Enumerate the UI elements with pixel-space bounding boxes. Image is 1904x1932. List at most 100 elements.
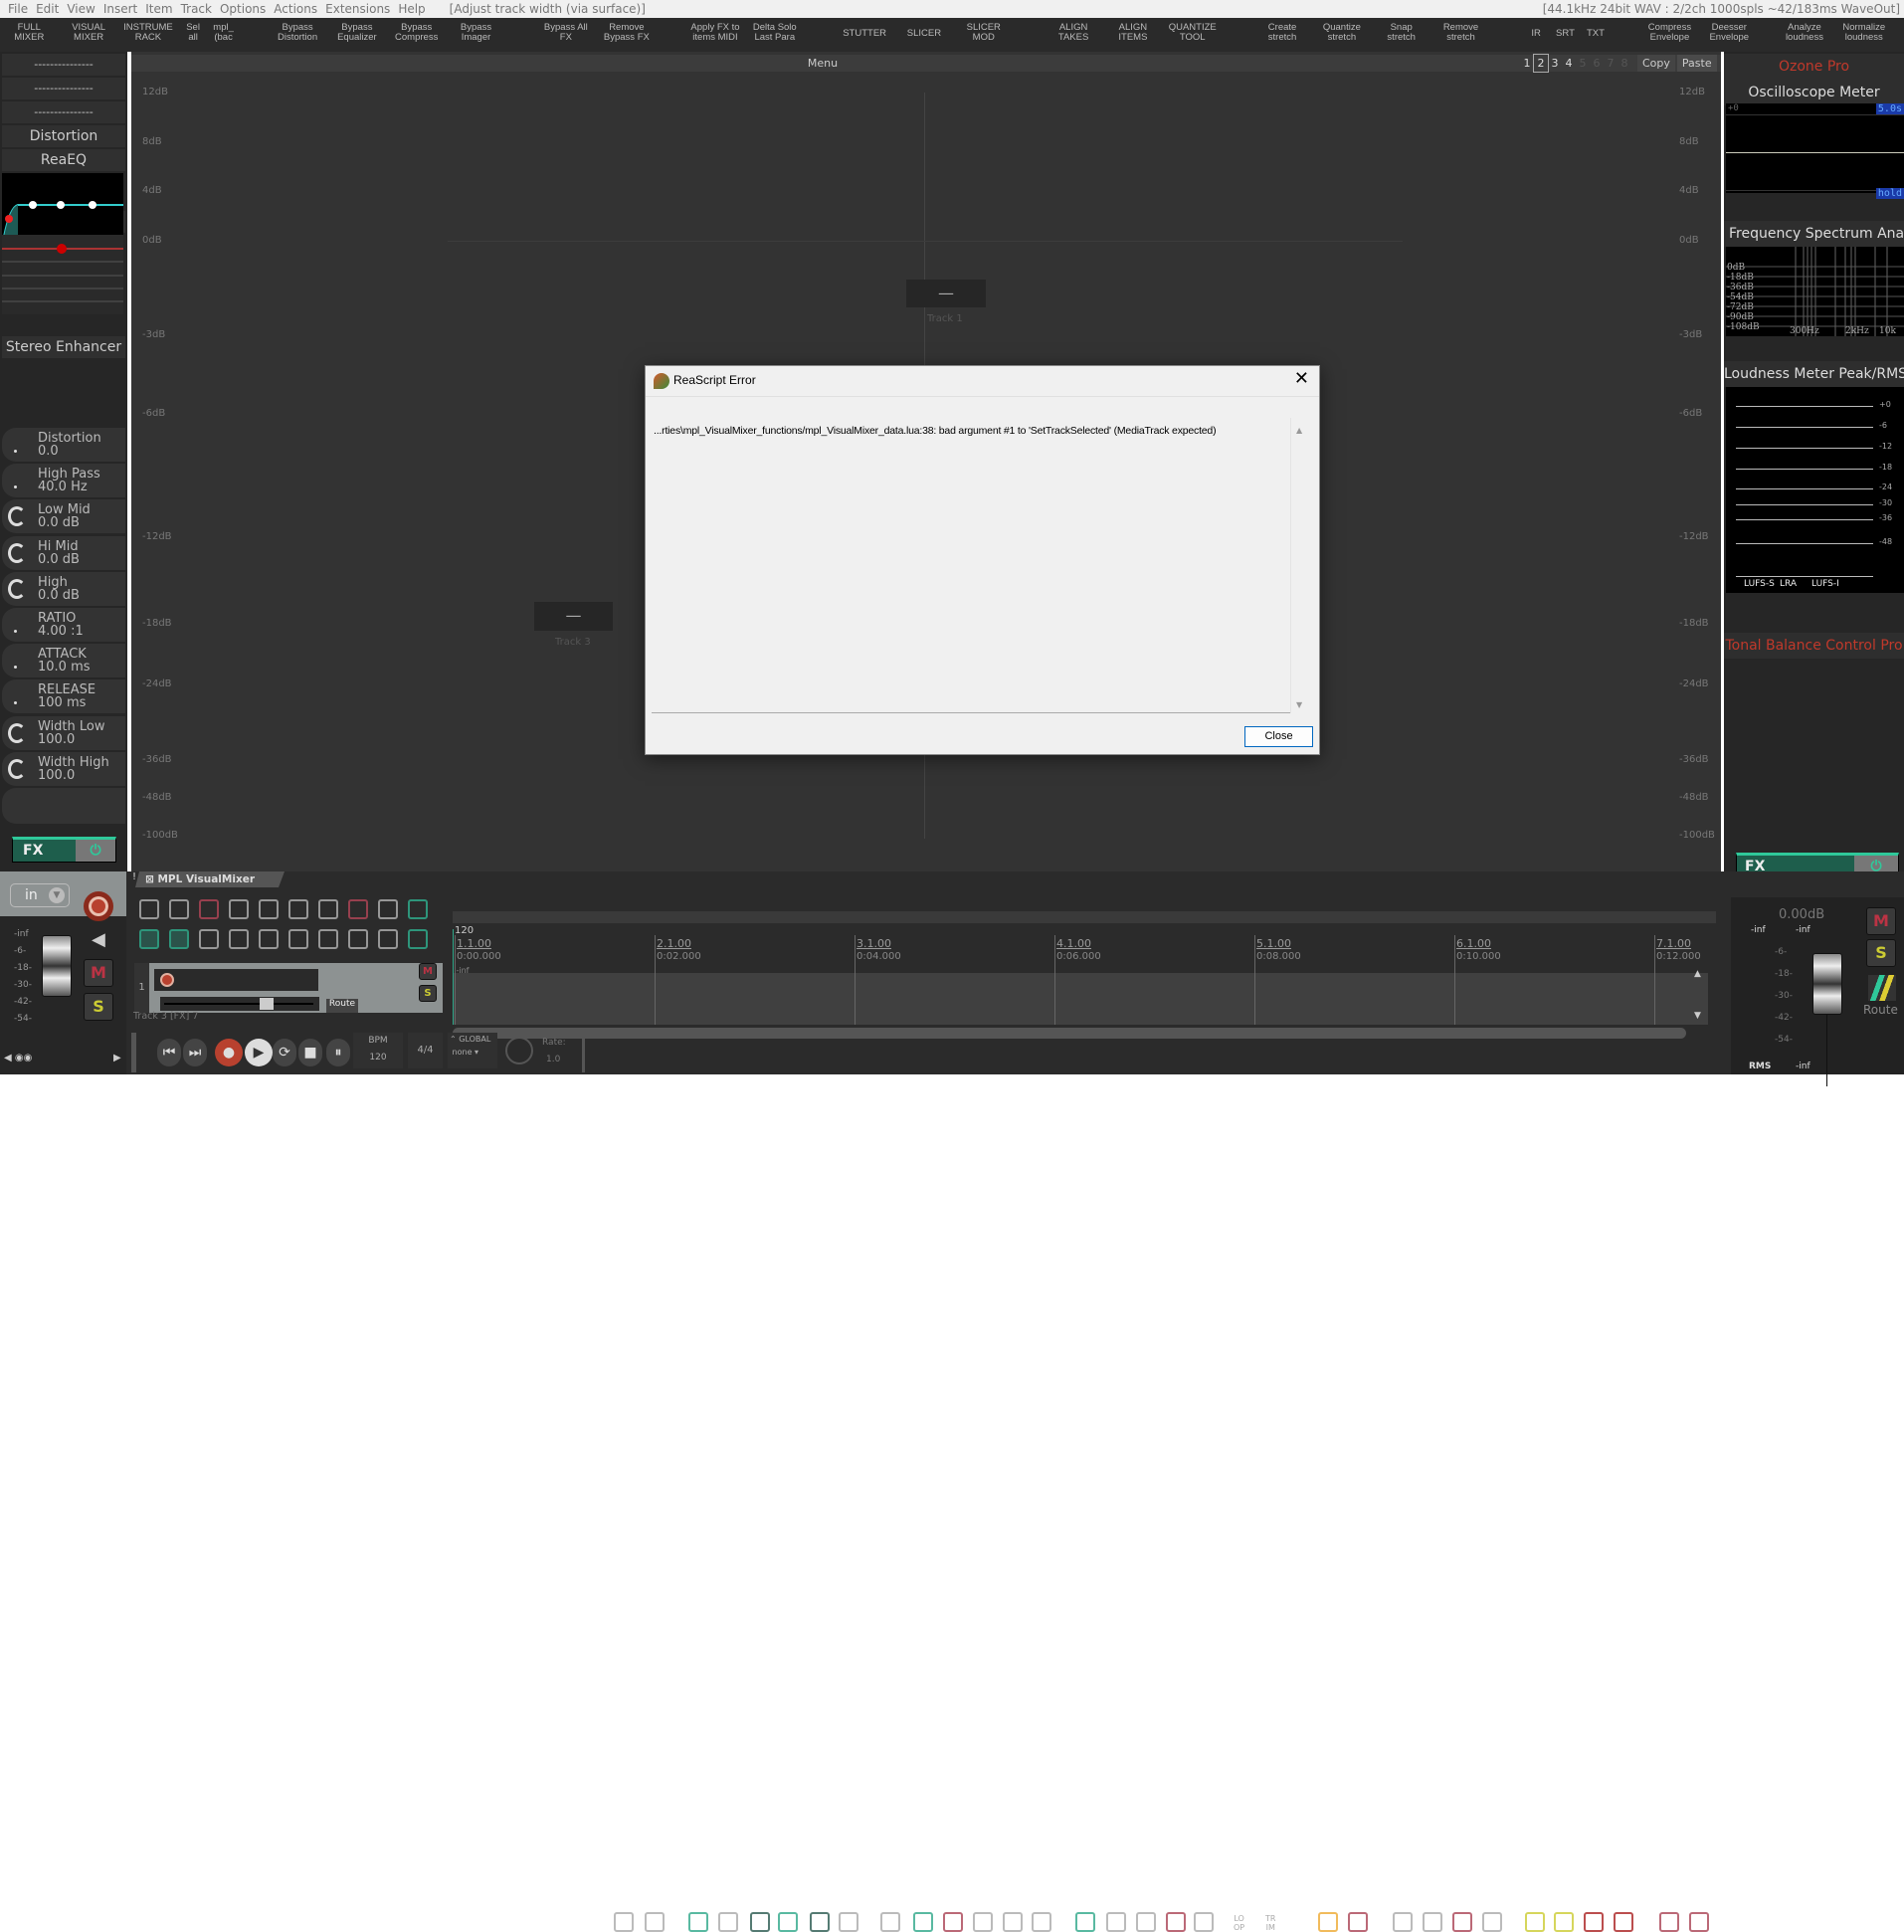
toolbar-button-bypass-distortion[interactable]: Bypass Distortion	[278, 23, 317, 43]
routing-icon[interactable]	[1868, 975, 1896, 1001]
folder-export-icon[interactable]	[169, 899, 189, 919]
play-button[interactable]: ▶	[245, 1039, 273, 1066]
action-icon-12[interactable]	[973, 1912, 993, 1932]
window-icon[interactable]	[259, 929, 279, 949]
toolbar-button-full-mixer[interactable]: FULL MIXER	[14, 23, 44, 43]
mixer-menu-button[interactable]: Menu	[131, 55, 1514, 72]
scroll-down-icon[interactable]: ▼	[1296, 700, 1302, 709]
menu-actions[interactable]: Actions	[274, 2, 317, 16]
menu-insert[interactable]: Insert	[103, 2, 137, 16]
toolbar-button-align-takes[interactable]: ALIGN TAKES	[1058, 23, 1088, 43]
action-icon-11[interactable]	[943, 1912, 963, 1932]
trim-toggle[interactable]: TR IM	[1265, 1914, 1275, 1932]
toolbar-button-txt[interactable]: TXT	[1587, 29, 1605, 39]
action-icon-20[interactable]	[1318, 1912, 1338, 1932]
edit-list-icon[interactable]	[378, 929, 398, 949]
import-icon[interactable]	[139, 899, 159, 919]
action-icon-22[interactable]	[1393, 1912, 1413, 1932]
folder-delete-icon[interactable]	[199, 899, 219, 919]
action-icon-19[interactable]	[1194, 1912, 1214, 1932]
mute-button[interactable]: M	[84, 959, 113, 987]
toolbar-button-mpl_-bac[interactable]: mpl_ (bac	[213, 23, 234, 43]
master-volume-fader[interactable]	[1812, 953, 1842, 1015]
close-button[interactable]: Close	[1244, 726, 1313, 747]
knob-release[interactable]: RELEASE 100 ms	[2, 679, 125, 714]
power-icon[interactable]: ⏻	[76, 840, 115, 862]
empty-knob[interactable]	[2, 788, 125, 824]
toolbar-button-deesser-envelope[interactable]: Deesser Envelope	[1709, 23, 1749, 43]
fx-slot[interactable]: Stereo Enhancer	[2, 336, 125, 358]
solo-button[interactable]: S	[84, 993, 113, 1021]
loudness-title[interactable]: Loudness Meter Peak/RMS	[1724, 361, 1904, 387]
action-icon-28[interactable]	[1584, 1912, 1604, 1932]
page-4[interactable]: 4	[1562, 55, 1576, 72]
audio-status[interactable]: [44.1kHz 24bit WAV : 2/2ch 1000spls ~42/…	[1543, 2, 1900, 16]
action-icon-27[interactable]	[1554, 1912, 1574, 1932]
track-solo-button[interactable]: S	[419, 985, 437, 1002]
toolbar-button-apply-fx-to-items-midi[interactable]: Apply FX to items MIDI	[690, 23, 739, 43]
oscilloscope-title[interactable]: Oscilloscope Meter	[1724, 80, 1904, 105]
toolbar-button-create-stretch[interactable]: Create stretch	[1268, 23, 1297, 43]
action-icon-26[interactable]	[1525, 1912, 1545, 1932]
knob-hi-mid[interactable]: Hi Mid 0.0 dB	[2, 535, 125, 570]
toolbar-button-sel-all[interactable]: Sel all	[186, 23, 200, 43]
osc-time-badge[interactable]: 5.0s	[1875, 103, 1904, 114]
loop-icon[interactable]: ⟳	[273, 1039, 296, 1066]
action-icon-10[interactable]	[913, 1912, 933, 1932]
scroll-left-icon[interactable]: ◀ ◉◉	[4, 1053, 32, 1063]
action-icon-16[interactable]	[1106, 1912, 1126, 1932]
track-control-panel[interactable]: 1 Route	[134, 963, 443, 1013]
tonal-balance-slot[interactable]: Tonal Balance Control Pro	[1724, 633, 1904, 659]
toolbar-button-remove-stretch[interactable]: Remove stretch	[1443, 23, 1478, 43]
go-start-icon[interactable]: ⏮	[157, 1039, 181, 1066]
action-icon-24[interactable]	[1452, 1912, 1472, 1932]
action-icon-23[interactable]	[1423, 1912, 1442, 1932]
fx-icon[interactable]	[229, 929, 249, 949]
page-2[interactable]: 2	[1533, 54, 1549, 73]
action-icon-17[interactable]	[1136, 1912, 1156, 1932]
toolbar-button-bypass-all-fx[interactable]: Bypass All FX	[544, 23, 588, 43]
knob-high-pass[interactable]: High Pass 40.0 Hz	[2, 464, 125, 498]
record-button[interactable]: ●	[215, 1039, 243, 1066]
track-mute-button[interactable]: M	[419, 963, 437, 980]
fx-slot[interactable]: ---------------	[2, 78, 125, 99]
chip-icon[interactable]	[348, 929, 368, 949]
toolbar-button-remove-bypass-fx[interactable]: Remove Bypass FX	[604, 23, 650, 43]
toolbar-button-srt[interactable]: SRT	[1556, 29, 1575, 39]
copy-button[interactable]: Copy	[1637, 55, 1675, 72]
stop-button[interactable]: ■	[298, 1039, 322, 1066]
close-tab-icon[interactable]: ⊠	[145, 873, 154, 885]
spectrum-title[interactable]: Frequency Spectrum Analyz	[1724, 221, 1904, 247]
pause-button[interactable]: ⏸	[326, 1039, 350, 1066]
knob-width-high[interactable]: Width High 100.0	[2, 751, 125, 786]
action-icon-21[interactable]	[1348, 1912, 1368, 1932]
toolbar-button-slicer[interactable]: SLICER	[907, 29, 941, 39]
action-icon-29[interactable]	[1614, 1912, 1633, 1932]
page-1[interactable]: 1	[1520, 55, 1534, 72]
track-3-node[interactable]: —	[534, 602, 613, 631]
knob-width-low[interactable]: Width Low 100.0	[2, 715, 125, 750]
freeze-icon[interactable]	[318, 899, 338, 919]
folder-icon[interactable]	[318, 929, 338, 949]
scroll-right-icon[interactable]: ▶	[113, 1053, 121, 1063]
toolbar-button-quantize-tool[interactable]: QUANTIZE TOOL	[1169, 23, 1217, 43]
fx-slot[interactable]: Distortion	[2, 125, 125, 147]
scroll-down-icon[interactable]: ▼	[1694, 1011, 1701, 1021]
page-7[interactable]: 7	[1604, 55, 1618, 72]
action-icon-9[interactable]	[880, 1912, 900, 1932]
menu-file[interactable]: File	[8, 2, 28, 16]
unfreeze-icon[interactable]	[348, 899, 368, 919]
scroll-up-icon[interactable]: ▲	[1694, 969, 1701, 979]
arrange-view[interactable]: 120 1.1.00 0:00.000 2.1.00 0:02.000 3.1.00 0:0…	[453, 911, 1716, 1039]
reaeq-graph[interactable]	[2, 173, 123, 238]
bpm-display[interactable]: BPM 120	[353, 1033, 403, 1068]
action-icon-13[interactable]	[1003, 1912, 1023, 1932]
action-icon-31[interactable]	[1689, 1912, 1709, 1932]
route-button[interactable]: Route	[326, 999, 358, 1013]
page-6[interactable]: 6	[1590, 55, 1604, 72]
track-lane[interactable]	[453, 973, 1708, 1025]
toolbar-button-ir[interactable]: IR	[1531, 29, 1541, 39]
knob-distortion[interactable]: Distortion 0.0	[2, 428, 125, 462]
fx-slot[interactable]: ---------------	[2, 101, 125, 123]
toolbar-button-visual-mixer[interactable]: VISUAL MIXER	[72, 23, 105, 43]
